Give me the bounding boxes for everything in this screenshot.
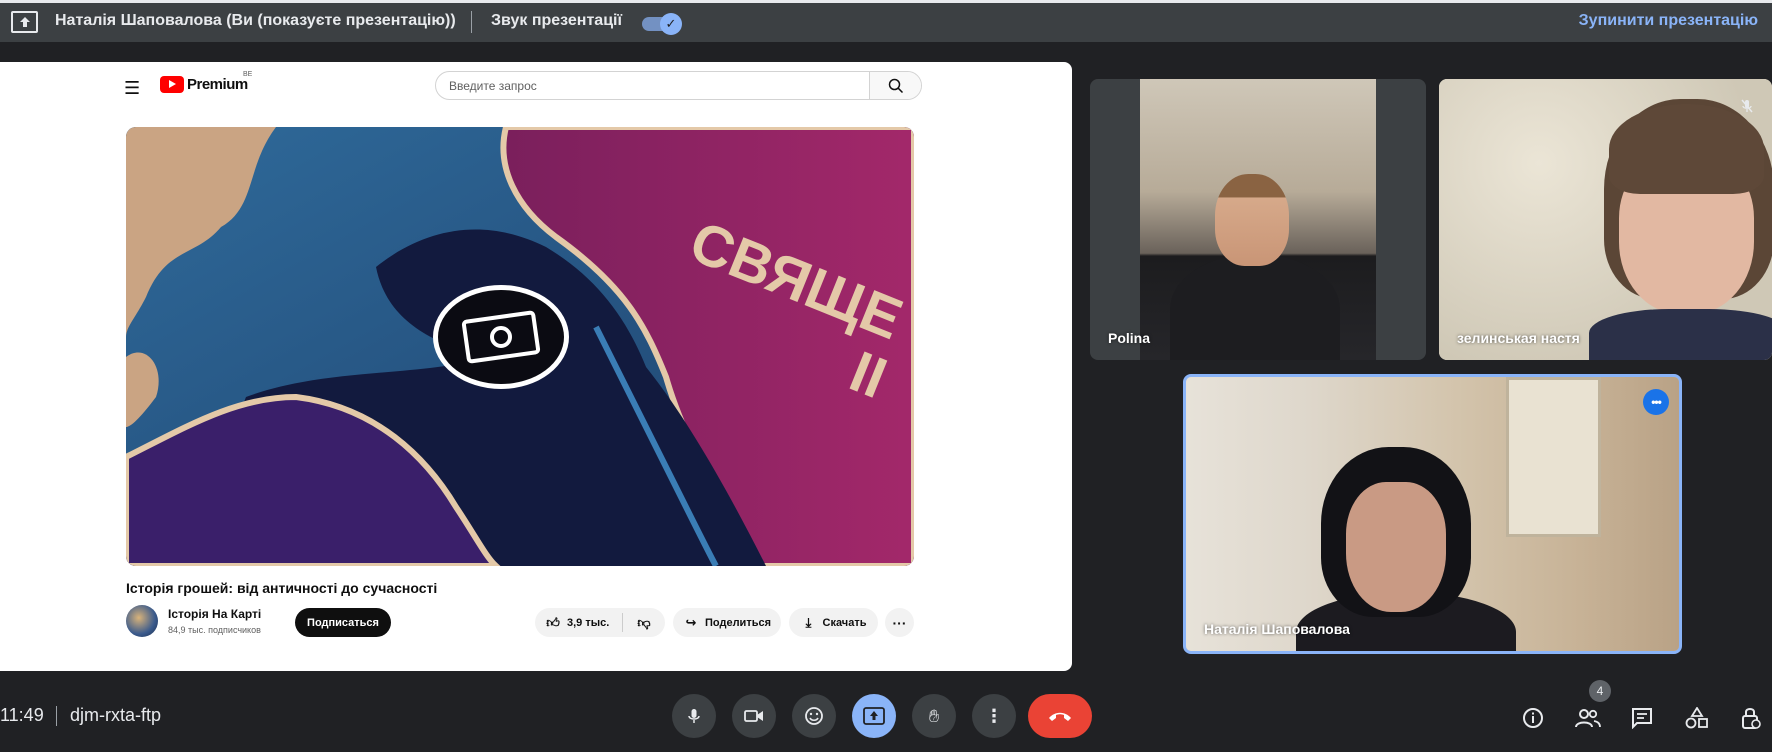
shared-screen-youtube: ☰ Premium BE Введите запрос СВЯЩЕ II Іст…	[0, 62, 1072, 671]
participant-video-body	[1170, 254, 1340, 360]
more-horiz-icon: ···	[892, 614, 907, 631]
leave-call-button[interactable]	[1028, 694, 1092, 738]
emoji-icon	[805, 707, 823, 725]
presentation-sound-toggle[interactable]: ✓	[642, 13, 682, 35]
host-controls-icon	[1742, 708, 1761, 729]
present-now-icon	[863, 707, 885, 725]
divider	[471, 11, 472, 33]
videocam-icon	[744, 710, 763, 722]
share-icon: ↪	[685, 614, 697, 630]
presenter-name: Наталія Шаповалова (Ви (показуєте презен…	[55, 12, 456, 29]
divider	[56, 706, 57, 726]
like-dislike-group: 👍︎ 3,9 тыс. 👎︎	[535, 608, 665, 637]
meeting-code: djm-rxta-ftp	[70, 705, 162, 725]
subscriber-count: 84,9 тыс. подписчиков	[168, 625, 261, 635]
more-options-icon[interactable]: •••	[1643, 389, 1669, 415]
stop-presenting-button[interactable]: Зупинити презентацію	[1579, 12, 1758, 30]
participant-name: зелинськая настя	[1457, 330, 1580, 346]
youtube-play-icon	[160, 76, 184, 93]
subscribe-button[interactable]: Подписаться	[295, 608, 391, 637]
more-options-button[interactable]: ⋮	[972, 694, 1016, 738]
channel-avatar[interactable]	[126, 605, 158, 637]
info-icon	[1523, 708, 1543, 728]
thumb-up-icon: 👍︎	[546, 614, 560, 630]
participant-tile-natalia[interactable]: ••• Наталія Шаповалова	[1183, 374, 1682, 654]
emoji-button[interactable]	[792, 694, 836, 738]
search-input[interactable]	[436, 72, 869, 99]
youtube-premium-logo[interactable]: Premium BE	[160, 71, 252, 93]
download-button[interactable]: ⤓ Скачать	[789, 608, 878, 637]
activities-button[interactable]	[1683, 704, 1711, 732]
presentation-sound-label: Звук презентації	[491, 12, 622, 29]
participant-tile-nastia[interactable]: зелинськая настя	[1439, 79, 1772, 360]
like-count: 3,9 тыс.	[567, 616, 610, 629]
thumb-down-icon: 👎︎	[637, 614, 651, 630]
search-box	[435, 71, 922, 100]
present-to-all-icon	[11, 11, 38, 33]
mic-icon	[688, 709, 700, 723]
channel-name[interactable]: Історія На Карті	[168, 607, 261, 621]
search-button[interactable]	[869, 72, 921, 99]
people-icon	[1575, 709, 1601, 728]
check-icon: ✓	[660, 13, 682, 35]
call-end-icon	[1049, 712, 1071, 721]
chat-button[interactable]	[1628, 704, 1656, 732]
download-label: Скачать	[822, 616, 867, 629]
more-actions-button[interactable]: ···	[885, 608, 914, 637]
host-controls-button[interactable]	[1737, 704, 1765, 732]
meeting-details-button[interactable]	[1519, 704, 1547, 732]
region-label: BE	[243, 71, 253, 78]
activities-icon	[1685, 707, 1708, 729]
share-label: Поделиться	[704, 616, 772, 629]
brand-label: Premium	[187, 76, 248, 93]
participant-video-shelf	[1506, 377, 1601, 537]
participants-count-badge: 4	[1589, 680, 1611, 702]
participant-name: Наталія Шаповалова	[1204, 621, 1350, 637]
video-player[interactable]: СВЯЩЕ II	[126, 127, 914, 566]
mic-off-icon	[1734, 93, 1760, 119]
video-title: Історія грошей: від античності до сучасн…	[126, 580, 438, 596]
like-button[interactable]: 👍︎ 3,9 тыс.	[535, 613, 623, 632]
participant-name: Polina	[1108, 330, 1151, 346]
participant-video-head	[1215, 174, 1289, 266]
raise-hand-icon: ✋︎	[928, 705, 940, 726]
chat-icon	[1632, 708, 1652, 729]
download-icon: ⤓	[805, 614, 812, 630]
raise-hand-button[interactable]: ✋︎	[912, 694, 956, 738]
participant-tile-polina[interactable]: Polina	[1090, 79, 1426, 360]
participant-video-shirt	[1589, 309, 1772, 360]
share-button[interactable]: ↪ Поделиться	[673, 608, 781, 637]
camera-button[interactable]	[732, 694, 776, 738]
mic-button[interactable]	[672, 694, 716, 738]
dislike-button[interactable]: 👎︎	[623, 615, 665, 631]
people-button[interactable]	[1574, 704, 1602, 732]
menu-icon[interactable]: ☰	[124, 78, 140, 99]
meeting-controls-bar: 11:49 djm-rxta-ftp ✋︎ ⋮ 4	[0, 680, 1772, 752]
clock: 11:49	[0, 705, 44, 725]
search-icon	[888, 78, 903, 93]
presentation-bar: Наталія Шаповалова (Ви (показуєте презен…	[0, 0, 1772, 42]
participant-video-face	[1346, 482, 1446, 612]
present-now-button[interactable]	[852, 694, 896, 738]
more-vert-icon: ⋮	[985, 705, 1003, 726]
